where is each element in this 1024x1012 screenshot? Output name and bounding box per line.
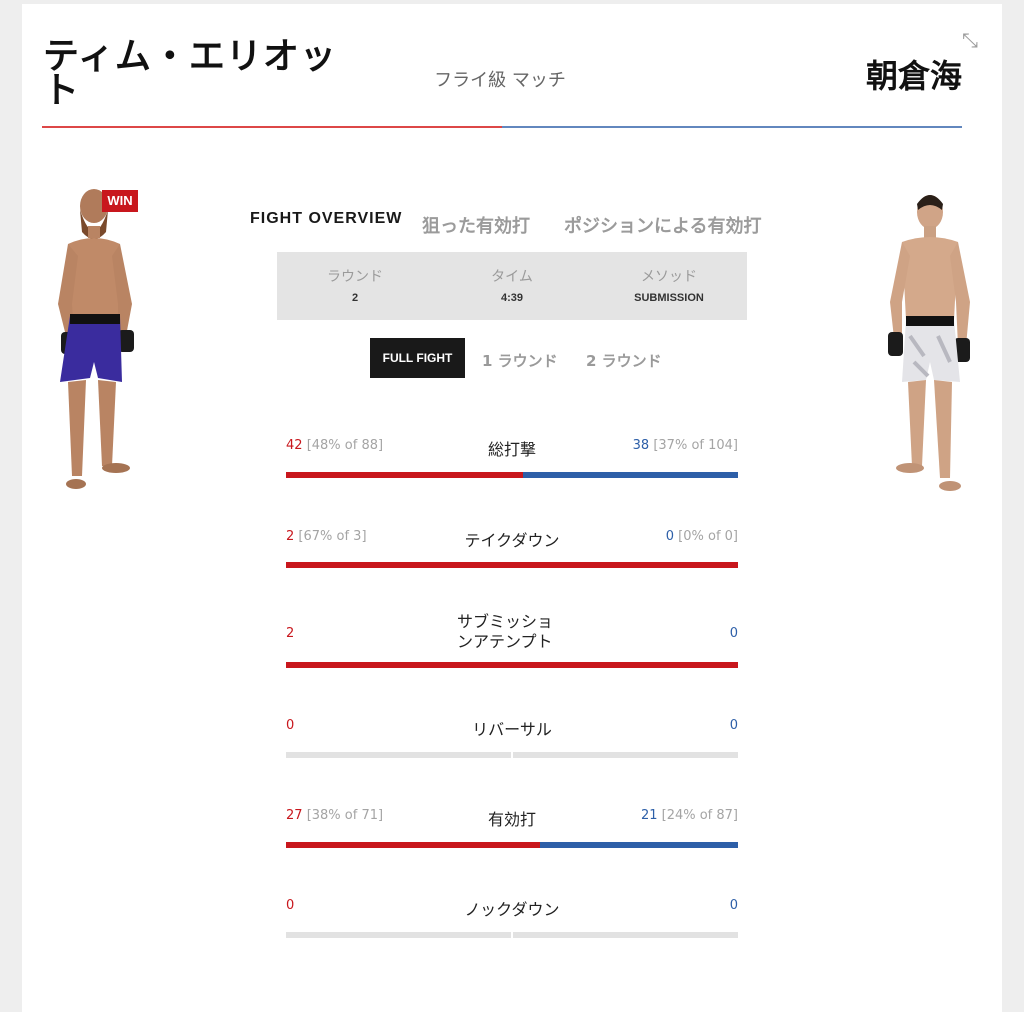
- stat-bar: [286, 662, 738, 668]
- full-fight-button[interactable]: FULL FIGHT: [370, 338, 465, 378]
- stat-bar-red: [286, 842, 541, 848]
- blue-stat-value: 0: [730, 718, 738, 733]
- stat-bar-red: [286, 562, 738, 568]
- fight-card: [22, 4, 1002, 1012]
- stat-name: ノックダウン: [464, 900, 560, 919]
- red-stat-percent: [38% of 71]: [306, 808, 384, 823]
- summary-method: メソッド SUBMISSION: [591, 266, 747, 304]
- blue-stat-value: 0: [730, 626, 738, 641]
- red-stat-value: 2 [67% of 3]: [286, 529, 367, 544]
- summary-time-label: タイム: [491, 269, 533, 285]
- stat-row: 0 ノックダウン 0: [286, 896, 738, 938]
- stats-tabs: FIGHT OVERVIEW 狙った有効打 ポジションによる有効打: [248, 210, 788, 240]
- blue-stat-number: 38: [632, 438, 650, 453]
- red-stat-value: 42 [48% of 88]: [286, 438, 383, 453]
- summary-round-label: ラウンド: [327, 269, 383, 285]
- blue-stat-number: 0: [665, 529, 675, 544]
- red-stat-number: 27: [286, 808, 303, 823]
- blue-stat-percent: [0% of 0]: [678, 529, 738, 544]
- red-stat-number: 2: [286, 626, 295, 641]
- stat-name: テイクダウン: [464, 531, 560, 550]
- summary-time-value: 4:39: [500, 292, 524, 304]
- stat-bar: [286, 562, 738, 568]
- red-stat-value: 0: [286, 718, 294, 733]
- red-divider: [42, 126, 502, 128]
- stat-bar-divider: [511, 932, 513, 938]
- summary-round: ラウンド 2: [277, 266, 433, 304]
- fight-summary: ラウンド 2 タイム 4:39 メソッド SUBMISSION: [277, 252, 747, 320]
- stat-bar: [286, 932, 738, 938]
- red-stat-value: 27 [38% of 71]: [286, 808, 383, 823]
- stat-name: 有効打: [487, 810, 536, 829]
- blue-stat-number: 0: [729, 718, 738, 733]
- blue-stat-percent: [24% of 87]: [661, 808, 738, 823]
- round-1-button[interactable]: 1 ラウンド: [482, 350, 558, 371]
- stat-bar-red: [286, 472, 524, 478]
- stat-row: 0 リバーサル 0: [286, 716, 738, 758]
- blue-stat-value: 0 [0% of 0]: [666, 529, 738, 544]
- stat-row: 27 [38% of 71] 有効打 21 [24% of 87]: [286, 806, 738, 848]
- blue-fighter-image[interactable]: [884, 186, 976, 496]
- red-stat-number: 0: [286, 718, 295, 733]
- stat-bar-divider: [511, 752, 513, 758]
- red-stat-value: 2: [286, 626, 294, 641]
- stat-name: リバーサル: [472, 720, 552, 739]
- stat-row: 42 [48% of 88] 総打撃 38 [37% of 104]: [286, 436, 738, 478]
- blue-divider: [502, 126, 962, 128]
- blue-stat-number: 21: [640, 808, 658, 823]
- stat-bar: [286, 752, 738, 758]
- stat-row: 2 サブミッションアテンプト 0: [286, 612, 738, 668]
- red-stat-value: 0: [286, 898, 294, 913]
- stat-bar: [286, 842, 738, 848]
- round-selector: FULL FIGHT 1 ラウンド 2 ラウンド: [370, 338, 690, 378]
- summary-time: タイム 4:39: [434, 266, 590, 304]
- tab-significant-strikes-target[interactable]: 狙った有効打: [422, 212, 530, 238]
- win-badge: WIN: [102, 190, 138, 212]
- stat-bar: [286, 472, 738, 478]
- summary-method-label: メソッド: [641, 269, 697, 285]
- blue-stat-value: 0: [730, 898, 738, 913]
- round-2-button[interactable]: 2 ラウンド: [586, 350, 662, 371]
- weight-class: フライ級 マッチ: [434, 70, 566, 91]
- blue-stat-number: 0: [729, 626, 738, 641]
- tab-fight-overview[interactable]: FIGHT OVERVIEW: [250, 210, 402, 228]
- blue-stat-value: 21 [24% of 87]: [641, 808, 738, 823]
- red-stat-percent: [48% of 88]: [306, 438, 384, 453]
- red-fighter-name[interactable]: ティム・エリオット: [43, 39, 343, 109]
- stat-row: 2 [67% of 3] テイクダウン 0 [0% of 0]: [286, 527, 738, 568]
- stat-name: サブミッションアテンプト: [457, 612, 554, 651]
- blue-stat-value: 38 [37% of 104]: [633, 438, 738, 453]
- summary-method-value: SUBMISSION: [634, 292, 704, 304]
- stat-bar-red: [286, 662, 738, 668]
- red-stat-number: 2: [286, 529, 295, 544]
- collapse-icon[interactable]: ⤡: [958, 28, 982, 52]
- stat-name: 総打撃: [487, 440, 536, 459]
- tab-significant-strikes-position[interactable]: ポジションによる有効打: [564, 212, 761, 238]
- blue-fighter-name[interactable]: 朝倉海: [866, 54, 962, 98]
- blue-stat-number: 0: [729, 898, 738, 913]
- red-stat-percent: [67% of 3]: [298, 529, 367, 544]
- summary-round-value: 2: [351, 292, 359, 304]
- red-fighter-image[interactable]: [46, 186, 146, 498]
- stat-bar-blue: [523, 472, 738, 478]
- red-stat-number: 0: [286, 898, 295, 913]
- blue-stat-percent: [37% of 104]: [653, 438, 738, 453]
- stat-bar-blue: [540, 842, 738, 848]
- red-stat-number: 42: [286, 438, 303, 453]
